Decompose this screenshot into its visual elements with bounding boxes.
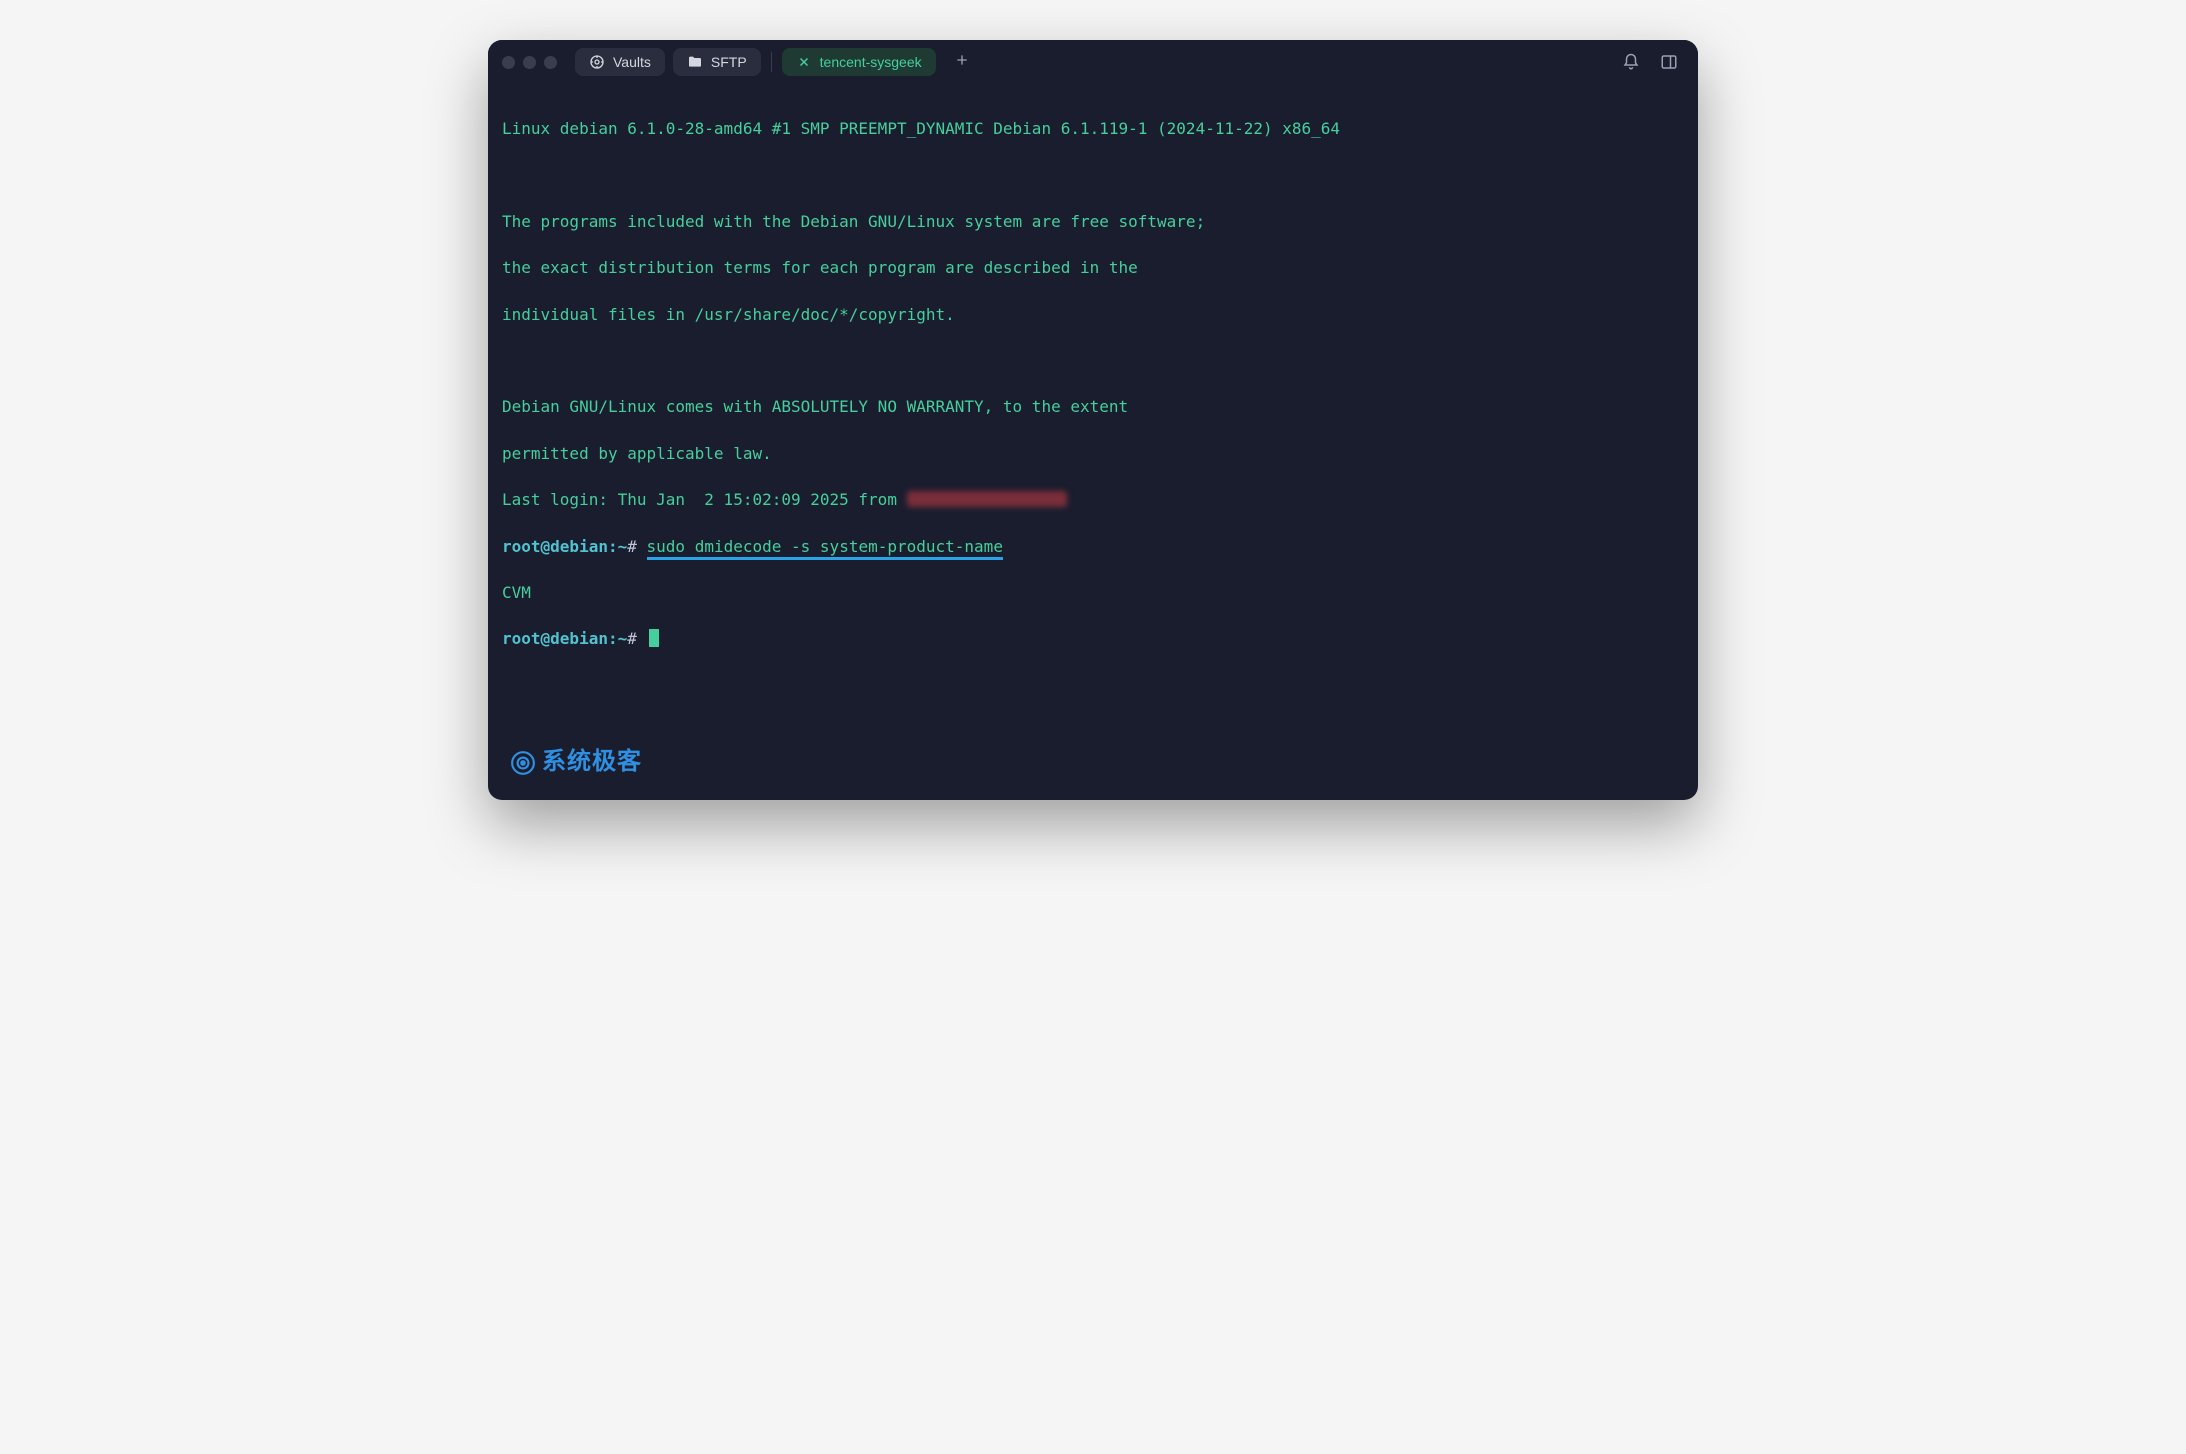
prompt-hash: # — [627, 629, 637, 648]
command-text: sudo dmidecode -s system-product-name — [647, 537, 1003, 560]
tab-label: tencent-sysgeek — [820, 54, 922, 70]
terminal-output-line: CVM — [502, 581, 1684, 604]
cursor — [649, 629, 659, 647]
vault-icon — [589, 54, 605, 70]
prompt-path: ~ — [618, 537, 628, 556]
tab-vaults[interactable]: Vaults — [575, 48, 665, 76]
tab-label: Vaults — [613, 54, 651, 70]
prompt-path: ~ — [618, 629, 628, 648]
terminal-output-line: permitted by applicable law. — [502, 442, 1684, 465]
prompt-sep: : — [608, 537, 618, 556]
terminal-output-line: the exact distribution terms for each pr… — [502, 256, 1684, 279]
terminal-prompt-line: root@debian:~# sudo dmidecode -s system-… — [502, 535, 1684, 558]
folder-icon — [687, 54, 703, 70]
traffic-light-close[interactable] — [502, 56, 515, 69]
prompt-user: root@debian — [502, 537, 608, 556]
window-controls — [502, 56, 557, 69]
terminal-prompt-line: root@debian:~# — [502, 627, 1684, 650]
bell-icon[interactable] — [1616, 49, 1646, 75]
tab-sftp[interactable]: SFTP — [673, 48, 761, 76]
new-tab-button[interactable] — [944, 48, 980, 77]
redacted-ip — [907, 491, 1067, 507]
prompt-hash: # — [627, 537, 637, 556]
prompt-user: root@debian — [502, 629, 608, 648]
watermark-icon — [510, 750, 536, 776]
titlebar: Vaults SFTP tencent-sysgeek — [488, 40, 1698, 84]
tab-divider — [771, 52, 772, 72]
terminal-window: Vaults SFTP tencent-sysgeek Linux debian… — [488, 40, 1698, 800]
tab-label: SFTP — [711, 54, 747, 70]
lastlogin-text: Last login: Thu Jan 2 15:02:09 2025 from — [502, 490, 897, 509]
panel-toggle-icon[interactable] — [1654, 49, 1684, 75]
terminal-viewport[interactable]: Linux debian 6.1.0-28-amd64 #1 SMP PREEM… — [488, 84, 1698, 800]
tab-active-session[interactable]: tencent-sysgeek — [782, 48, 936, 76]
terminal-output-line: Linux debian 6.1.0-28-amd64 #1 SMP PREEM… — [502, 117, 1684, 140]
close-icon[interactable] — [796, 54, 812, 70]
watermark: 系统极客 — [510, 745, 642, 780]
terminal-output-line: Last login: Thu Jan 2 15:02:09 2025 from — [502, 488, 1684, 511]
terminal-output-line: The programs included with the Debian GN… — [502, 210, 1684, 233]
watermark-text: 系统极客 — [542, 745, 642, 780]
terminal-output-line: Debian GNU/Linux comes with ABSOLUTELY N… — [502, 395, 1684, 418]
terminal-output-line — [502, 349, 1684, 372]
prompt-sep: : — [608, 629, 618, 648]
terminal-output-line — [502, 164, 1684, 187]
traffic-light-zoom[interactable] — [544, 56, 557, 69]
traffic-light-minimize[interactable] — [523, 56, 536, 69]
terminal-output-line: individual files in /usr/share/doc/*/cop… — [502, 303, 1684, 326]
